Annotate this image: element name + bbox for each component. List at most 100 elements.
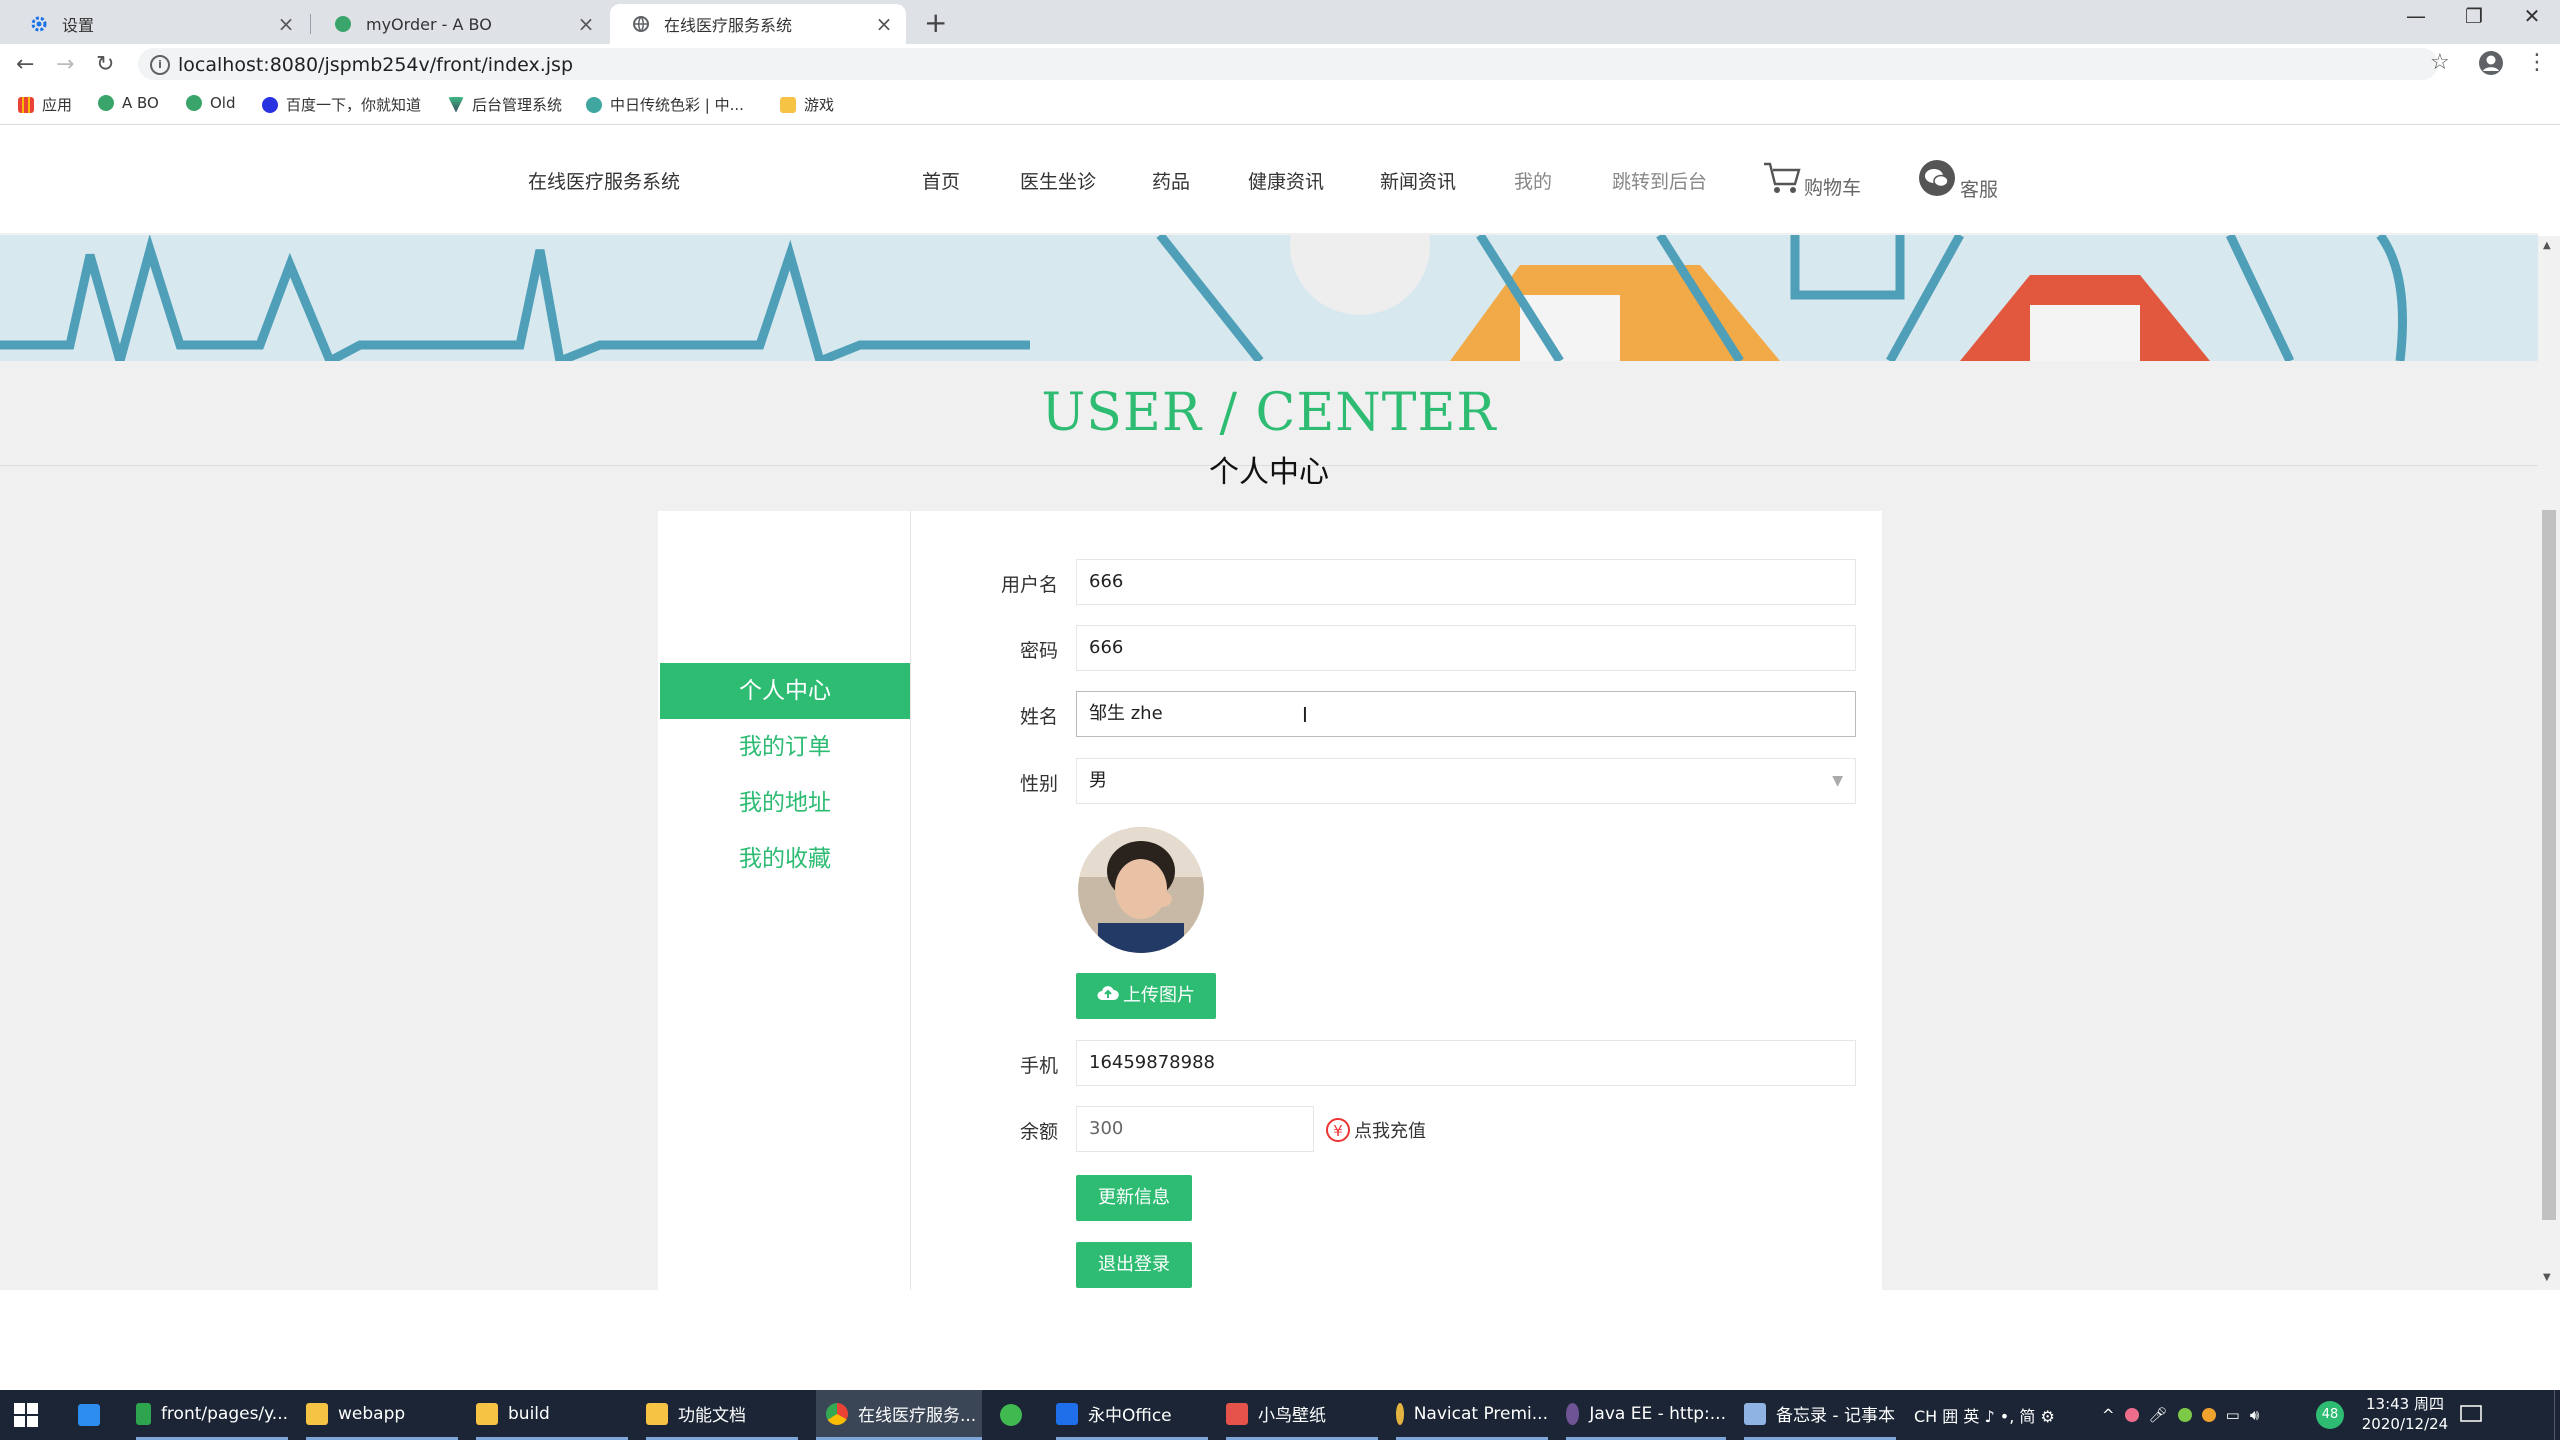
balance-field[interactable]: 300 [1076, 1106, 1314, 1152]
sidebar-item-favorites[interactable]: 我的收藏 [660, 831, 910, 887]
nav-mine[interactable]: 我的 [1514, 167, 1552, 194]
sidebar-item-addresses[interactable]: 我的地址 [660, 775, 910, 831]
window-close-button[interactable]: ✕ [2512, 4, 2552, 28]
page-scrollbar[interactable]: ▲ ▼ [2538, 236, 2560, 1290]
gear-icon [30, 15, 48, 33]
taskbar-item-wallpaper[interactable]: 小鸟壁纸 [1226, 1390, 1378, 1440]
clock[interactable]: 13:43 周四 2020/12/24 [2350, 1394, 2460, 1434]
chevron-down-icon: ▼ [1832, 773, 1843, 789]
minimize-button[interactable]: — [2396, 4, 2436, 28]
cloud-upload-icon [1097, 973, 1119, 1019]
balance-label: 余额 [1019, 1121, 1058, 1143]
taskbar-item-notepad[interactable]: 备忘录 - 记事本 [1744, 1390, 1896, 1440]
taskbar-item-hbuilder[interactable]: front/pages/y... [136, 1390, 288, 1440]
tab-active[interactable]: 在线医疗服务系统 × [610, 4, 906, 44]
taskbar-item-office[interactable]: 永中Office [1056, 1390, 1208, 1440]
name-field[interactable]: 邹生 zhe [1076, 691, 1856, 737]
close-icon[interactable]: × [872, 12, 896, 36]
cart-link[interactable]: 购物车 [1762, 161, 1861, 200]
nav-health-info[interactable]: 健康资讯 [1248, 167, 1324, 194]
omnibox[interactable]: i localhost:8080/jspmb254v/front/index.j… [138, 48, 2438, 80]
site-brand[interactable]: 在线医疗服务系统 [528, 167, 680, 194]
site-navbar: 在线医疗服务系统 首页 医生坐诊 药品 健康资讯 新闻资讯 我的 跳转到后台 购… [0, 125, 2538, 233]
bookmark-old[interactable]: Old [186, 94, 236, 112]
bookmark-abo[interactable]: A BO [98, 94, 159, 112]
windows-taskbar: front/pages/y... webapp build 功能文档 在线医疗服… [0, 1390, 2560, 1440]
nav-medicine[interactable]: 药品 [1152, 167, 1190, 194]
bookmark-baidu[interactable]: 百度一下，你就知道 [262, 94, 421, 115]
page-bottom-blank [0, 1290, 2560, 1390]
vue-logo-icon [448, 96, 464, 113]
notification-count[interactable]: 48 [2316, 1390, 2344, 1440]
bookmark-admin[interactable]: 后台管理系统 [448, 94, 562, 115]
network-icon: ▭ [2225, 1406, 2240, 1424]
app-icon [1000, 1404, 1022, 1426]
nav-admin[interactable]: 跳转到后台 [1612, 167, 1707, 194]
bookmark-colors[interactable]: 中日传统色彩 | 中... [586, 94, 744, 115]
logout-button[interactable]: 退出登录 [1076, 1242, 1192, 1288]
tray-app-icon [2177, 1408, 2192, 1422]
clock-time: 13:43 周四 [2366, 1395, 2444, 1413]
tab-label: 设置 [62, 16, 95, 35]
tray-app-icon [2201, 1408, 2216, 1422]
action-center-icon[interactable] [2460, 1390, 2482, 1440]
page-subtitle: 个人中心 [1209, 455, 1329, 490]
forward-icon[interactable]: → [56, 52, 74, 77]
username-field[interactable]: 666 [1076, 559, 1856, 605]
tab-myorder[interactable]: myOrder - A BO × [312, 4, 608, 44]
nav-doctors[interactable]: 医生坐诊 [1020, 167, 1096, 194]
restore-button[interactable]: ❐ [2454, 4, 2494, 28]
tab-settings[interactable]: 设置 × [8, 4, 308, 44]
nav-news[interactable]: 新闻资讯 [1380, 167, 1456, 194]
menu-kebab-icon[interactable]: ⋮ [2526, 50, 2548, 75]
taskbar-item-build[interactable]: build [476, 1390, 628, 1440]
site-favicon-icon [98, 95, 114, 111]
start-button[interactable] [14, 1390, 38, 1440]
taskbar-item-navicat[interactable]: Navicat Premi... [1396, 1390, 1548, 1440]
back-icon[interactable]: ← [16, 52, 34, 77]
globe-icon [632, 15, 650, 33]
gender-select[interactable]: 男 ▼ [1076, 758, 1856, 804]
baidu-paw-icon [262, 96, 278, 113]
system-tray-ime[interactable]: CH 囲 英 ♪ •, 简 ⚙ [1914, 1390, 2055, 1440]
customer-service-link[interactable]: 客服 [1918, 159, 1998, 202]
sidebar-item-profile[interactable]: 个人中心 [660, 663, 910, 719]
bookmark-apps[interactable]: 应用 [18, 94, 72, 115]
close-icon[interactable]: × [274, 12, 298, 36]
phone-label: 手机 [1019, 1055, 1058, 1077]
pinned-app-icon[interactable] [78, 1390, 110, 1440]
password-field[interactable]: 666 [1076, 625, 1856, 671]
close-icon[interactable]: × [574, 12, 598, 36]
text-cursor-icon: I [1302, 703, 1308, 727]
scroll-down-arrow-icon[interactable]: ▼ [2543, 1272, 2551, 1283]
navicat-icon [1396, 1402, 1404, 1425]
taskbar-item-eclipse[interactable]: Java EE - http:... [1566, 1390, 1726, 1440]
pinned-app-icon[interactable] [1000, 1390, 1032, 1440]
sidebar-item-orders[interactable]: 我的订单 [660, 719, 910, 775]
system-tray-icons[interactable]: ^ 🎤︎ ▭ 🔊︎ [2102, 1390, 2259, 1440]
show-desktop-button[interactable] [2554, 1390, 2560, 1440]
bookmark-games[interactable]: 游戏 [780, 94, 834, 115]
apps-grid-icon [18, 96, 34, 113]
taskbar-item-docs[interactable]: 功能文档 [646, 1390, 798, 1440]
nav-home[interactable]: 首页 [922, 167, 960, 194]
taskbar-item-webapp[interactable]: webapp [306, 1390, 458, 1440]
star-icon[interactable]: ☆ [2430, 50, 2450, 75]
tray-app-icon [2124, 1408, 2139, 1422]
update-info-button[interactable]: 更新信息 [1076, 1175, 1192, 1221]
scrollbar-thumb[interactable] [2542, 510, 2556, 1220]
new-tab-button[interactable]: + [924, 6, 947, 39]
name-label: 姓名 [1019, 706, 1058, 728]
phone-field[interactable]: 16459878988 [1076, 1040, 1856, 1086]
profile-avatar-icon[interactable] [2478, 50, 2504, 82]
hero-banner-image [0, 235, 2538, 361]
reload-icon[interactable]: ↻ [96, 52, 114, 77]
office-icon [1056, 1402, 1078, 1425]
app-icon [78, 1404, 100, 1426]
upload-image-button[interactable]: 上传图片 [1076, 973, 1216, 1019]
recharge-link[interactable]: ¥ 点我充值 [1326, 1117, 1426, 1143]
url-text[interactable]: localhost:8080/jspmb254v/front/index.jsp [178, 54, 573, 76]
taskbar-item-chrome[interactable]: 在线医疗服务... [816, 1390, 982, 1440]
info-icon[interactable]: i [150, 55, 170, 75]
scroll-up-arrow-icon[interactable]: ▲ [2543, 240, 2551, 251]
